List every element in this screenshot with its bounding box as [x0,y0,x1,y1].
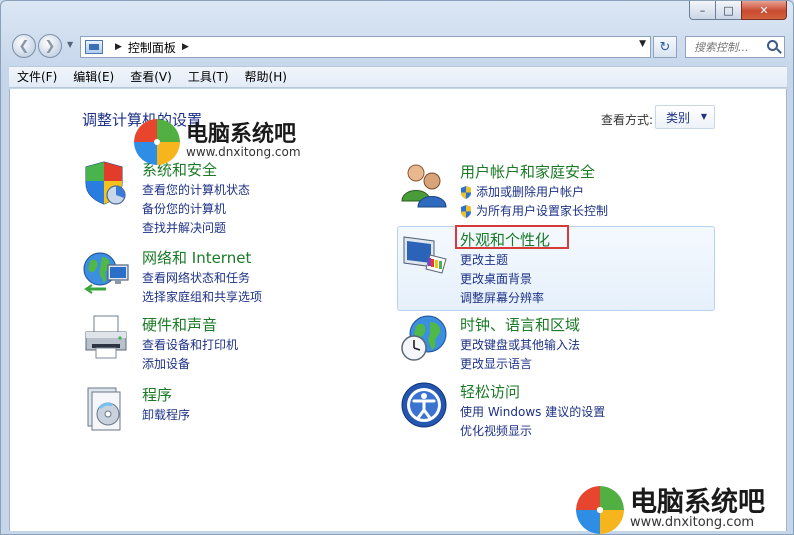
category-links: 查看设备和打印机 添加设备 [142,336,238,374]
view-by-dropdown[interactable]: 类别 ▼ [655,105,715,129]
caption-buttons: – □ ✕ [689,1,787,20]
minimize-button[interactable]: – [689,1,715,20]
link-label: 添加或删除用户帐户 [476,185,585,199]
control-panel-window: – □ ✕ ❮ ❯ ▼ ▶ 控制面板 ▶ ▼ ↻ 文件(F) 编辑(E) 查看(… [0,0,794,535]
back-button[interactable]: ❮ [12,34,36,58]
watermark-bottom: 电脑系统吧 www.dnxitong.com [576,486,765,534]
menu-view[interactable]: 查看(V) [122,66,180,88]
watermark-name: 电脑系统吧 [186,122,297,148]
category-title[interactable]: 网络和 Internet [142,247,251,268]
watermark-logo-icon [134,119,180,165]
menu-help[interactable]: 帮助(H) [237,66,295,88]
breadcrumb-arrow-icon[interactable]: ▶ [182,42,189,52]
category-links: 添加或删除用户帐户 为所有用户设置家长控制 [460,183,608,221]
menu-tools[interactable]: 工具(T) [180,66,237,88]
breadcrumb-arrow-icon[interactable]: ▶ [115,42,122,52]
link-add-device[interactable]: 添加设备 [142,355,238,374]
category-links: 查看网络状态和任务 选择家庭组和共享选项 [142,269,262,307]
category-system-security: 系统和安全 查看您的计算机状态 备份您的计算机 查找并解决问题 [82,159,342,235]
recent-pages-dropdown-icon[interactable]: ▼ [67,40,73,49]
search-icon[interactable] [767,40,778,51]
link-optimize-video-display[interactable]: 优化视频显示 [460,422,605,441]
shield-pie-icon [85,161,126,205]
link-change-display-language[interactable]: 更改显示语言 [460,355,580,374]
category-links: 使用 Windows 建议的设置 优化视频显示 [460,403,605,441]
category-ease-of-access: 轻松访问 使用 Windows 建议的设置 优化视频显示 [400,381,700,441]
watermark-logo-icon [576,486,624,534]
uac-shield-icon [461,186,471,199]
forward-button[interactable]: ❯ [38,34,62,58]
menu-bar: 文件(F) 编辑(E) 查看(V) 工具(T) 帮助(H) [9,66,787,88]
link-change-keyboard[interactable]: 更改键盘或其他输入法 [460,336,580,355]
address-dropdown-icon[interactable]: ▼ [639,39,646,49]
menu-edit[interactable]: 编辑(E) [65,66,122,88]
link-backup-computer[interactable]: 备份您的计算机 [142,200,250,219]
link-devices-printers[interactable]: 查看设备和打印机 [142,336,238,355]
watermark-url: www.dnxitong.com [186,145,301,160]
link-homegroup-sharing[interactable]: 选择家庭组和共享选项 [142,288,262,307]
category-clock-region: 时钟、语言和区域 更改键盘或其他输入法 更改显示语言 [400,314,700,374]
chevron-down-icon: ▼ [700,112,707,121]
highlight-annotation-box [455,225,569,249]
category-title[interactable]: 时钟、语言和区域 [460,314,580,335]
category-user-accounts: 用户帐户和家庭安全 添加或删除用户帐户 为所有用户设置家长控制 [400,161,700,221]
view-by-label: 查看方式: [601,113,654,127]
watermark-text-group: 电脑系统吧 www.dnxitong.com [630,489,765,530]
globe-network-icon [83,252,129,294]
view-by-value: 类别 [666,110,691,125]
watermark-name: 电脑系统吧 [630,487,765,519]
category-title[interactable]: 用户帐户和家庭安全 [460,161,595,182]
link-troubleshoot[interactable]: 查找并解决问题 [142,219,250,238]
category-hardware-sound: 硬件和声音 查看设备和打印机 添加设备 [82,314,342,374]
category-links: 卸载程序 [142,406,190,425]
category-links: 查看您的计算机状态 备份您的计算机 查找并解决问题 [142,181,250,238]
link-network-status[interactable]: 查看网络状态和任务 [142,269,262,288]
link-parental-controls[interactable]: 为所有用户设置家长控制 [460,202,608,221]
navigation-bar: ❮ ❯ ▼ ▶ 控制面板 ▶ ▼ ↻ [1,31,793,61]
link-uninstall-program[interactable]: 卸载程序 [142,406,190,425]
monitor-palette-icon [403,236,447,274]
link-change-background[interactable]: 更改桌面背景 [460,270,544,289]
menu-file[interactable]: 文件(F) [9,66,65,88]
uac-shield-icon [461,205,471,218]
link-add-remove-accounts[interactable]: 添加或删除用户帐户 [460,183,608,202]
breadcrumb-control-panel[interactable]: 控制面板 [128,39,176,56]
link-label: 为所有用户设置家长控制 [476,204,609,218]
category-title[interactable]: 程序 [142,384,172,405]
ease-access-icon [401,382,447,428]
printer-icon [85,315,127,359]
control-panel-icon [85,40,103,54]
close-button[interactable]: ✕ [741,1,787,20]
category-programs: 程序 卸载程序 [82,384,342,434]
link-view-computer-status[interactable]: 查看您的计算机状态 [142,181,250,200]
maximize-button[interactable]: □ [715,1,741,20]
category-title[interactable]: 硬件和声音 [142,314,217,335]
search-input[interactable] [694,40,764,54]
link-change-theme[interactable]: 更改主题 [460,251,544,270]
category-links: 更改主题 更改桌面背景 调整屏幕分辨率 [460,251,544,308]
users-icon [401,164,447,208]
watermark-url: www.dnxitong.com [630,515,755,531]
watermark-text-group: 电脑系统吧 www.dnxitong.com [186,124,301,159]
category-links: 更改键盘或其他输入法 更改显示语言 [460,336,580,374]
content-area: 调整计算机的设置 查看方式: 类别 ▼ 系统和安全 查看您的计算机状态 备份您的… [9,89,787,531]
clock-globe-icon [401,315,447,361]
link-screen-resolution[interactable]: 调整屏幕分辨率 [460,289,544,308]
watermark-top: 电脑系统吧 www.dnxitong.com [134,119,301,165]
refresh-button[interactable]: ↻ [653,36,677,58]
search-box[interactable] [685,36,785,58]
address-bar[interactable]: ▶ 控制面板 ▶ ▼ [80,36,651,58]
category-title[interactable]: 轻松访问 [460,381,520,402]
link-windows-recommended-settings[interactable]: 使用 Windows 建议的设置 [460,403,605,422]
category-network-internet: 网络和 Internet 查看网络状态和任务 选择家庭组和共享选项 [82,247,342,307]
programs-icon [87,387,121,431]
